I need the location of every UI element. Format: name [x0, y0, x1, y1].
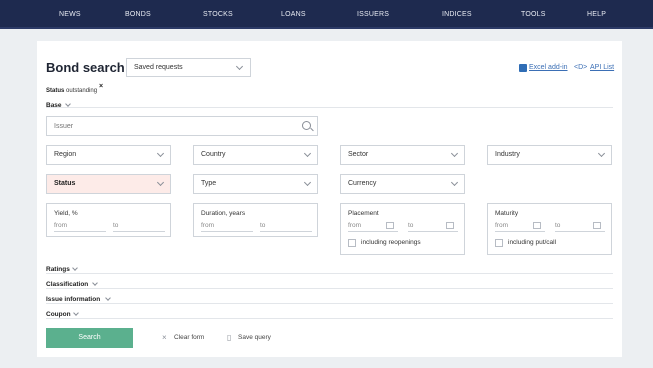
saved-requests-select[interactable]: Saved requests: [126, 58, 251, 77]
chevron-down-icon: [92, 280, 98, 286]
duration-label: Duration, years: [201, 210, 246, 217]
including-put-call-label: including put/call: [508, 239, 557, 246]
chevron-down-icon: [450, 178, 459, 187]
underline: [260, 231, 312, 232]
clear-form-button[interactable]: Clear form: [174, 334, 204, 341]
bond-search-panel: Bond search Saved requests Excel add-in …: [37, 41, 622, 357]
calendar-icon[interactable]: [446, 222, 454, 229]
api-icon: <D>: [574, 64, 588, 71]
underline: [54, 231, 106, 232]
type-dropdown[interactable]: Type: [193, 174, 318, 194]
placement-to-field[interactable]: to: [408, 222, 413, 229]
status-label: Status: [54, 180, 76, 187]
chevron-down-icon: [156, 178, 165, 187]
nav-loans[interactable]: LOANS: [281, 0, 306, 29]
yield-range: Yield, % from to: [46, 203, 171, 237]
industry-dropdown[interactable]: Industry: [487, 145, 612, 165]
page-title: Bond search: [46, 60, 125, 75]
active-filter-status: Status outstanding: [46, 88, 97, 94]
chevron-down-icon: [235, 62, 244, 71]
divider: [46, 288, 613, 289]
region-label: Region: [54, 151, 77, 158]
underline: [555, 231, 605, 232]
nav-news[interactable]: NEWS: [59, 0, 81, 29]
divider: [46, 303, 613, 304]
top-navigation: NEWS BONDS STOCKS LOANS ISSUERS INDICES …: [0, 0, 653, 29]
underline: [201, 231, 253, 232]
including-reopenings-label: including reopenings: [361, 239, 421, 246]
placement-label: Placement: [348, 210, 379, 217]
nav-stocks[interactable]: STOCKS: [203, 0, 233, 29]
status-dropdown[interactable]: Status: [46, 174, 171, 194]
chevron-down-icon: [73, 310, 79, 316]
sector-label: Sector: [348, 151, 369, 158]
calendar-icon[interactable]: [386, 222, 394, 229]
excel-icon: [519, 64, 527, 72]
currency-label: Currency: [348, 180, 377, 187]
search-icon[interactable]: [302, 121, 311, 130]
chevron-down-icon: [156, 149, 165, 158]
chevron-down-icon: [597, 149, 606, 158]
section-ratings[interactable]: Ratings: [46, 266, 70, 273]
underline: [348, 231, 398, 232]
duration-range: Duration, years from to: [193, 203, 318, 237]
including-put-call-checkbox[interactable]: [495, 239, 503, 247]
nav-tools[interactable]: TOOLS: [521, 0, 546, 29]
remove-filter-close-icon[interactable]: ×: [99, 83, 103, 90]
country-label: Country: [201, 151, 226, 158]
chevron-down-icon: [303, 149, 312, 158]
save-query-button[interactable]: Save query: [238, 334, 271, 341]
placement-range: Placement from to including reopenings: [340, 203, 465, 255]
country-dropdown[interactable]: Country: [193, 145, 318, 165]
region-dropdown[interactable]: Region: [46, 145, 171, 165]
status-filter-label: Status: [46, 88, 65, 94]
section-classification[interactable]: Classification: [46, 281, 88, 288]
divider: [46, 107, 613, 108]
industry-label: Industry: [495, 151, 520, 158]
maturity-range: Maturity from to including put/call: [487, 203, 612, 255]
nav-help[interactable]: HELP: [587, 0, 606, 29]
nav-bonds[interactable]: BONDS: [125, 0, 151, 29]
yield-from-field[interactable]: from: [54, 222, 67, 229]
yield-to-field[interactable]: to: [113, 222, 118, 229]
underline: [408, 231, 458, 232]
underline: [495, 231, 545, 232]
currency-dropdown[interactable]: Currency: [340, 174, 465, 194]
calendar-icon[interactable]: [533, 222, 541, 229]
divider: [46, 318, 613, 319]
clear-icon[interactable]: ×: [162, 333, 167, 342]
calendar-icon[interactable]: [593, 222, 601, 229]
search-button[interactable]: Search: [46, 328, 133, 348]
including-reopenings-checkbox[interactable]: [348, 239, 356, 247]
excel-addin-link[interactable]: Excel add-in: [529, 64, 568, 71]
chevron-down-icon: [72, 265, 78, 271]
yield-label: Yield, %: [54, 210, 78, 217]
saved-requests-label: Saved requests: [134, 64, 183, 71]
maturity-to-field[interactable]: to: [555, 222, 560, 229]
status-filter-value: outstanding: [66, 88, 98, 94]
type-label: Type: [201, 180, 217, 187]
chevron-down-icon: [65, 101, 71, 107]
nav-indices[interactable]: INDICES: [442, 0, 472, 29]
placement-from-field[interactable]: from: [348, 222, 361, 229]
underline: [113, 231, 165, 232]
duration-from-field[interactable]: from: [201, 222, 214, 229]
issuer-search-input[interactable]: [46, 116, 318, 136]
save-icon[interactable]: ▯: [227, 333, 231, 342]
section-coupon[interactable]: Coupon: [46, 311, 71, 318]
divider: [46, 273, 613, 274]
duration-to-field[interactable]: to: [260, 222, 265, 229]
maturity-label: Maturity: [495, 210, 519, 217]
maturity-from-field[interactable]: from: [495, 222, 508, 229]
chevron-down-icon: [450, 149, 459, 158]
chevron-down-icon: [303, 178, 312, 187]
chevron-down-icon: [105, 295, 111, 301]
sector-dropdown[interactable]: Sector: [340, 145, 465, 165]
nav-issuers[interactable]: ISSUERS: [357, 0, 389, 29]
section-issue-information[interactable]: Issue information: [46, 296, 100, 303]
api-list-link[interactable]: API List: [590, 64, 614, 71]
